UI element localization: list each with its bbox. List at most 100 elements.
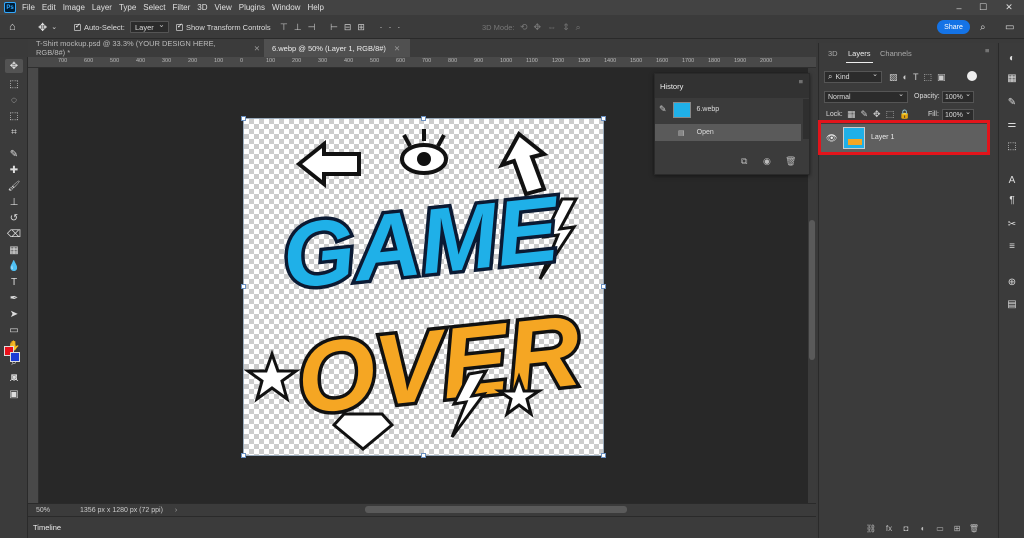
history-brush-tool-icon[interactable]: ↺ (5, 211, 23, 225)
link-layers-icon[interactable]: ⛓ (865, 523, 877, 533)
layer-style-icon[interactable]: fx (883, 523, 895, 533)
close-icon[interactable]: ✕ (998, 0, 1020, 15)
swatches-panel-icon[interactable]: ▦ (1005, 71, 1019, 85)
eraser-tool-icon[interactable]: ⌫ (5, 227, 23, 241)
libraries-panel-icon[interactable]: ⬚ (1005, 139, 1019, 153)
clone-stamp-tool-icon[interactable]: ⊥ (5, 195, 23, 209)
close-tab-icon[interactable]: ✕ (394, 44, 400, 53)
quick-mask-icon[interactable]: ◙ (5, 370, 23, 384)
screen-mode-icon[interactable]: ▣ (5, 387, 23, 401)
align-icons[interactable]: ⊤⊥⊣ ⊢⊟⊞ ··· (280, 15, 406, 39)
brush-tool-icon[interactable]: 🖌 (5, 179, 23, 193)
navigator-panel-icon[interactable]: ▤ (1005, 297, 1019, 311)
menu-view[interactable]: View (215, 3, 232, 12)
tools-preset-icon[interactable]: ✂ (1005, 217, 1019, 231)
search-icon[interactable]: ⌕ (980, 15, 986, 39)
background-color-swatch[interactable] (10, 352, 20, 362)
adjustment-layer-icon[interactable]: ◐ (917, 523, 929, 533)
menu-select[interactable]: Select (143, 3, 165, 12)
type-tool-icon[interactable]: T (5, 275, 23, 289)
auto-select-checkbox[interactable]: Auto-Select: (74, 15, 125, 39)
transform-handle[interactable] (421, 116, 426, 121)
close-tab-icon[interactable]: ✕ (254, 44, 260, 53)
ruler-mark: 0 (240, 58, 244, 64)
document-canvas[interactable]: GAME OVER (243, 118, 604, 456)
tab-layers[interactable]: Layers (846, 49, 872, 63)
transform-handle[interactable] (241, 116, 246, 121)
transform-handle[interactable] (601, 453, 606, 458)
tab-tshirt-mockup[interactable]: T-Shirt mockup.psd @ 33.3% (YOUR DESIGN … (28, 39, 268, 57)
transform-handle[interactable] (601, 116, 606, 121)
group-icon[interactable]: ▭ (934, 523, 946, 533)
menu-3d[interactable]: 3D (197, 3, 207, 12)
adjustments-panel-icon[interactable]: ⚌ (1005, 117, 1019, 131)
new-document-from-state-icon[interactable]: ⧉ (741, 156, 747, 167)
paragraph-panel-icon[interactable]: ¶ (1005, 193, 1019, 207)
gradient-tool-icon[interactable]: ▦ (5, 243, 23, 257)
vertical-scrollbar-thumb[interactable] (809, 220, 815, 360)
tab-3d[interactable]: 3D (828, 49, 838, 58)
menu-type[interactable]: Type (119, 3, 136, 12)
trash-icon[interactable]: 🗑 (785, 156, 796, 167)
rectangle-tool-icon[interactable]: ▭ (5, 323, 23, 337)
history-scrollbar[interactable] (803, 99, 809, 139)
transform-handle[interactable] (601, 284, 606, 289)
panel-menu-icon[interactable]: ≡ (799, 77, 803, 86)
crop-tool-icon[interactable]: ⌗ (5, 125, 23, 139)
menu-filter[interactable]: Filter (173, 3, 191, 12)
lasso-tool-icon[interactable]: ◌ (5, 93, 23, 107)
zoom-level[interactable]: 50% (36, 507, 50, 514)
menu-layer[interactable]: Layer (92, 3, 112, 12)
add-mask-icon[interactable]: ◘ (900, 523, 912, 533)
horizontal-scrollbar-thumb[interactable] (365, 506, 627, 513)
character-panel-icon[interactable]: A (1005, 173, 1019, 187)
auto-select-dropdown[interactable]: Layer (130, 15, 169, 39)
layer-filter-icons[interactable]: ▨◐T⬚▣ (889, 72, 950, 83)
show-transform-controls-checkbox[interactable]: Show Transform Controls (176, 15, 271, 39)
layer-filter-dropdown[interactable]: ⌕ Kind ⌄ (824, 71, 882, 83)
menu-window[interactable]: Window (272, 3, 300, 12)
tab-channels[interactable]: Channels (880, 49, 912, 58)
ruler-mark: 300 (318, 58, 328, 64)
workspace-icon[interactable]: ▭ (1005, 15, 1014, 39)
new-layer-icon[interactable]: ⊞ (951, 523, 963, 533)
opacity-input[interactable]: 100% ⌄ (942, 91, 974, 103)
maximize-icon[interactable]: ☐ (972, 0, 994, 15)
blend-mode-dropdown[interactable]: Normal ⌄ (824, 91, 908, 103)
eyedropper-tool-icon[interactable]: ✎ (5, 147, 23, 161)
menu-image[interactable]: Image (63, 3, 85, 12)
history-state-row[interactable]: ▤ Open (655, 124, 801, 141)
panel-menu-icon[interactable]: ≡ (985, 46, 989, 55)
filter-toggle-icon[interactable] (967, 71, 977, 81)
share-button[interactable]: Share (937, 20, 970, 34)
menu-file[interactable]: File (22, 3, 35, 12)
home-icon[interactable]: ⌂ (9, 15, 16, 39)
move-tool-icon[interactable]: ✥ (5, 59, 23, 73)
object-selection-tool-icon[interactable]: ⬚ (5, 109, 23, 123)
move-tool-preset-icon[interactable]: ✥ ⌄ (38, 15, 57, 39)
path-selection-tool-icon[interactable]: ➤ (5, 307, 23, 321)
camera-icon[interactable]: ◉ (763, 156, 771, 167)
actions-panel-icon[interactable]: ⊕ (1005, 275, 1019, 289)
transform-handle[interactable] (421, 453, 426, 458)
menu-edit[interactable]: Edit (42, 3, 56, 12)
menu-help[interactable]: Help (307, 3, 323, 12)
marquee-tool-icon[interactable]: ⬚ (5, 77, 23, 91)
tab-6-webp[interactable]: 6.webp @ 50% (Layer 1, RGB/8#) ✕ (264, 39, 410, 57)
pen-tool-icon[interactable]: ✒ (5, 291, 23, 305)
lock-icons[interactable]: ▦✎✥⬚🔒 (847, 109, 915, 120)
timeline-tab[interactable]: Timeline (33, 523, 61, 532)
properties-panel-icon[interactable]: ✎ (1005, 95, 1019, 109)
status-expand-icon[interactable]: › (175, 507, 177, 514)
color-panel-icon[interactable]: ◐ (1005, 51, 1019, 65)
transform-handle[interactable] (241, 284, 246, 289)
trash-icon[interactable]: 🗑 (968, 523, 980, 533)
minimize-icon[interactable]: – (948, 0, 970, 15)
menu-plugins[interactable]: Plugins (239, 3, 265, 12)
brush-panel-icon[interactable]: ≡ (1005, 239, 1019, 253)
blur-tool-icon[interactable]: 💧 (5, 259, 23, 273)
transform-handle[interactable] (241, 453, 246, 458)
history-snapshot-row[interactable]: ✎ 6.webp (655, 101, 801, 118)
ruler-mark: 2000 (760, 58, 773, 64)
healing-brush-tool-icon[interactable]: ✚ (5, 163, 23, 177)
